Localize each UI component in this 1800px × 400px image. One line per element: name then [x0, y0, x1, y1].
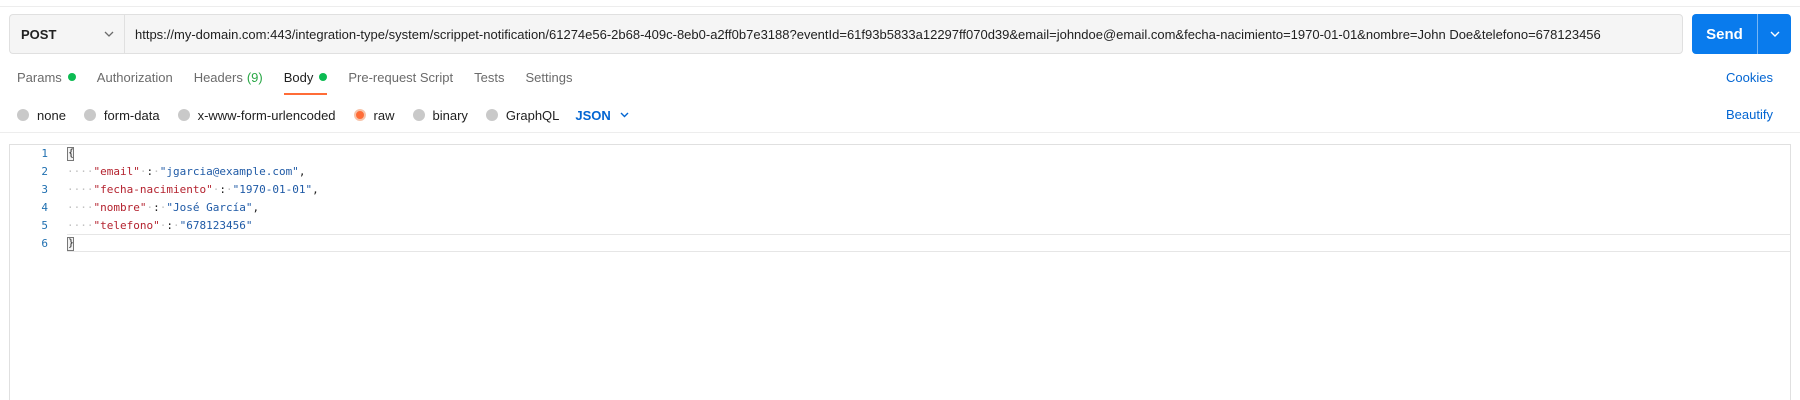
- raw-format-label: JSON: [575, 107, 611, 123]
- top-divider: [0, 6, 1800, 7]
- send-button[interactable]: Send: [1692, 14, 1757, 54]
- line-number-gutter: 1 2 3 4 5 6: [10, 145, 55, 400]
- tab-pre-request-script-label: Pre-request Script: [348, 69, 454, 85]
- json-key: "fecha-nacimiento": [93, 183, 213, 196]
- radio-form-data[interactable]: form-data: [83, 107, 160, 123]
- url-input[interactable]: https://my-domain.com:443/integration-ty…: [124, 14, 1683, 54]
- tab-headers-label: Headers: [193, 69, 243, 85]
- cookies-link[interactable]: Cookies: [1726, 70, 1773, 85]
- tab-params[interactable]: Params: [17, 68, 76, 86]
- tab-authorization[interactable]: Authorization: [97, 68, 173, 86]
- code-line: ····"fecha-nacimiento"·:·"1970-01-01",: [67, 183, 319, 196]
- line-number: 3: [41, 183, 48, 196]
- json-key: "email": [93, 165, 140, 178]
- tab-settings-label: Settings: [525, 69, 573, 85]
- line-number: 6: [41, 237, 48, 250]
- radio-raw[interactable]: raw: [353, 107, 395, 123]
- close-brace: }: [67, 237, 75, 251]
- radio-circle: [412, 109, 425, 121]
- line-number: 2: [41, 165, 48, 178]
- radio-none[interactable]: none: [17, 108, 66, 123]
- json-value: "jgarcia@example.com": [159, 165, 299, 178]
- method-select[interactable]: POST: [9, 14, 124, 54]
- code-line: ····"email"·:·"jgarcia@example.com",: [67, 165, 306, 178]
- line-number: 4: [41, 201, 48, 214]
- request-url-bar: POST https://my-domain.com:443/integrati…: [9, 14, 1791, 54]
- radio-circle: [17, 109, 29, 121]
- code-line-open-brace: {: [67, 145, 1790, 163]
- tab-pre-request-script[interactable]: Pre-request Script: [348, 68, 453, 86]
- beautify-link[interactable]: Beautify: [1726, 107, 1773, 122]
- radio-x-www-form-urlencoded[interactable]: x-www-form-urlencoded: [177, 107, 336, 123]
- tab-authorization-label: Authorization: [96, 69, 173, 85]
- send-options-button[interactable]: [1757, 14, 1791, 54]
- tab-tests-label: Tests: [474, 69, 505, 85]
- tab-headers[interactable]: Headers (9): [194, 68, 263, 86]
- json-value: "678123456": [179, 219, 253, 232]
- radio-circle: [485, 109, 498, 121]
- status-dot: [67, 73, 76, 81]
- json-key: "telefono": [93, 219, 160, 232]
- chevron-down-icon: [1770, 31, 1779, 37]
- status-dot: [319, 73, 328, 81]
- method-label: POST: [21, 26, 57, 42]
- tab-tests[interactable]: Tests: [474, 68, 504, 86]
- json-value: "José García": [166, 201, 253, 214]
- tab-settings[interactable]: Settings: [525, 68, 572, 86]
- tab-body-label: Body: [283, 69, 314, 85]
- raw-format-select[interactable]: JSON: [575, 107, 629, 123]
- line-number: 5: [41, 219, 48, 232]
- radio-urlencoded-label: x-www-form-urlencoded: [197, 107, 336, 123]
- radio-form-data-label: form-data: [103, 107, 160, 123]
- radio-binary[interactable]: binary: [412, 107, 468, 123]
- url-text: https://my-domain.com:443/integration-ty…: [135, 26, 1601, 42]
- headers-count: (9): [246, 69, 263, 85]
- code-line: ····"telefono"·:·"678123456": [67, 219, 253, 232]
- radio-raw-label: raw: [373, 107, 395, 123]
- radio-circle: [83, 109, 96, 121]
- radio-binary-label: binary: [432, 107, 468, 123]
- line-number: 1: [41, 147, 48, 160]
- radio-none-label: none: [37, 107, 66, 123]
- tab-body[interactable]: Body: [283, 68, 328, 95]
- radio-circle: [177, 109, 190, 121]
- send-button-group: Send: [1692, 14, 1791, 54]
- radio-circle-selected: [353, 109, 366, 121]
- json-key: "nombre": [93, 201, 147, 214]
- open-brace: {: [67, 147, 75, 161]
- radio-graphql-label: GraphQL: [505, 107, 560, 123]
- section-divider: [0, 132, 1800, 133]
- code-area[interactable]: { ····"email"·:·"jgarcia@example.com", ·…: [67, 145, 1790, 400]
- request-tabs: Params Authorization Headers (9) Body Pre…: [17, 68, 593, 95]
- radio-graphql[interactable]: GraphQL: [485, 107, 560, 123]
- body-type-radios: none form-data x-www-form-urlencoded raw…: [17, 106, 629, 124]
- chevron-down-icon: [620, 112, 629, 118]
- tab-params-label: Params: [17, 69, 62, 85]
- chevron-down-icon: [104, 31, 114, 37]
- code-line: ····"nombre"·:·"José García",: [67, 201, 260, 214]
- body-code-editor[interactable]: 1 2 3 4 5 6 { ····"email"·:·"jgarcia@exa…: [9, 144, 1791, 400]
- code-line-close-brace: }: [67, 234, 1790, 252]
- json-value: "1970-01-01": [232, 183, 313, 196]
